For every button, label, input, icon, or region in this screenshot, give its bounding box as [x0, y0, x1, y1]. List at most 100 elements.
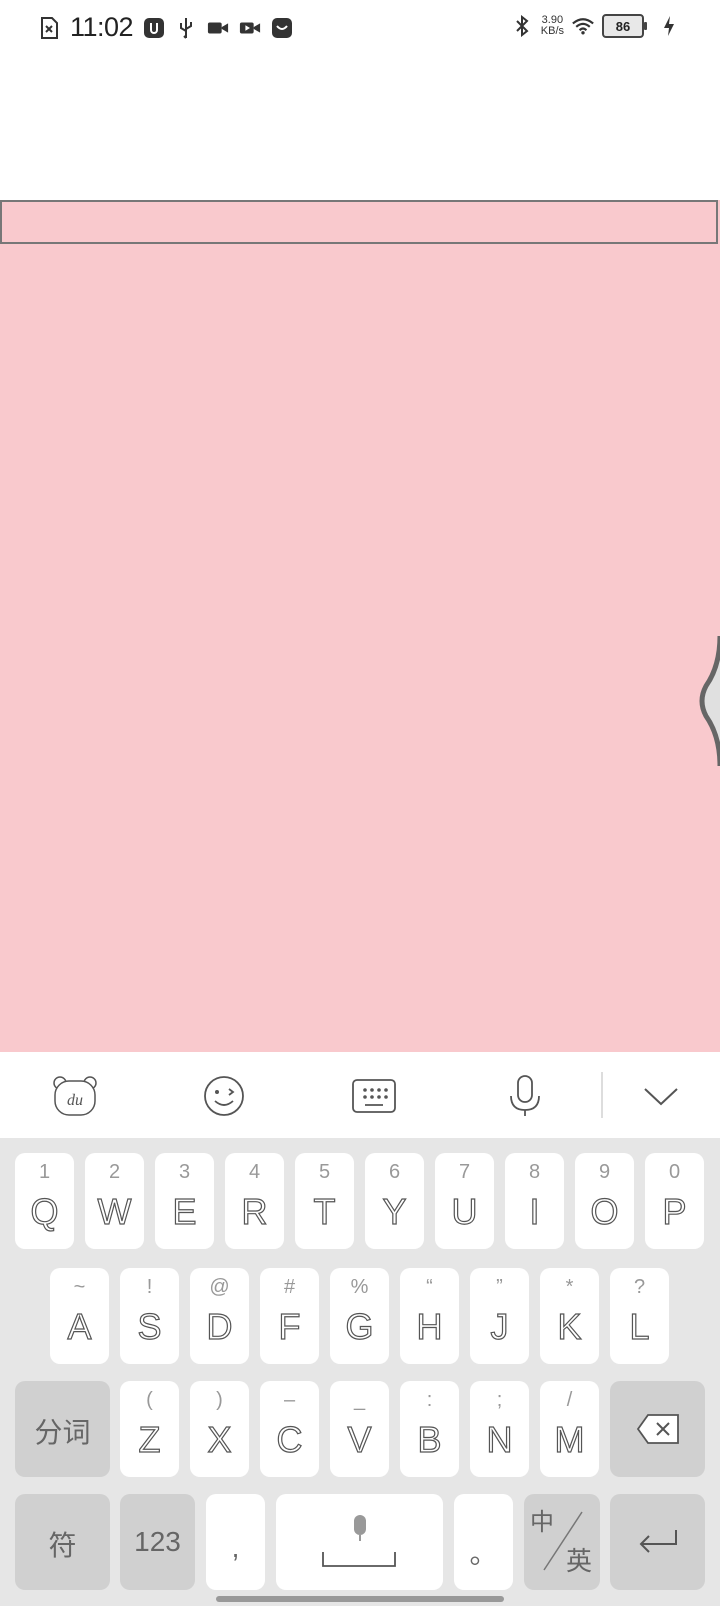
- key-sub: :: [426, 1389, 433, 1411]
- key-q[interactable]: 1Q: [15, 1153, 74, 1249]
- key-sub: ~: [73, 1276, 86, 1298]
- key-a[interactable]: ~ A: [50, 1268, 109, 1364]
- key-d[interactable]: @ D: [190, 1268, 249, 1364]
- key-main: S: [137, 1305, 162, 1347]
- du-logo-icon[interactable]: du: [51, 1072, 99, 1120]
- key-sub: 5: [318, 1161, 331, 1183]
- key-main: V: [347, 1418, 372, 1460]
- network-speed-unit: KB/s: [540, 25, 564, 37]
- text-input[interactable]: [0, 200, 718, 244]
- key-m[interactable]: / M: [540, 1381, 599, 1477]
- key-sub: ?: [633, 1276, 646, 1298]
- key-l[interactable]: ? L: [610, 1268, 669, 1364]
- key-main: Q: [30, 1190, 59, 1232]
- language-switch-key[interactable]: 中 英: [524, 1494, 600, 1590]
- key-sub: _: [353, 1389, 366, 1411]
- key-sub: #: [283, 1276, 296, 1298]
- svg-text:du: du: [67, 1092, 83, 1109]
- key-o[interactable]: 9O: [575, 1153, 634, 1249]
- battery-level: 86: [615, 18, 631, 34]
- key-t[interactable]: 5T: [295, 1153, 354, 1249]
- chevron-down-icon[interactable]: [637, 1072, 685, 1120]
- usb-icon: [175, 17, 197, 39]
- period-key[interactable]: 。: [454, 1494, 513, 1590]
- key-main: W: [97, 1190, 132, 1232]
- key-h[interactable]: “H: [400, 1268, 459, 1364]
- period-key-label: 。: [469, 1538, 498, 1569]
- key-main: L: [629, 1305, 650, 1347]
- app-notification-icon: [271, 17, 293, 39]
- key-sub: 2: [108, 1161, 121, 1183]
- key-b[interactable]: :B: [400, 1381, 459, 1477]
- key-main: I: [529, 1190, 540, 1232]
- space-mic-icon: [349, 1514, 371, 1547]
- key-u[interactable]: 7U: [435, 1153, 494, 1249]
- key-sub: 6: [388, 1161, 401, 1183]
- key-f[interactable]: # F: [260, 1268, 319, 1364]
- key-sub: %: [350, 1276, 369, 1298]
- symbol-key-label: 符: [48, 1530, 77, 1561]
- key-i[interactable]: 8I: [505, 1153, 564, 1249]
- key-main: R: [241, 1190, 268, 1232]
- key-g[interactable]: % G: [330, 1268, 389, 1364]
- key-y[interactable]: 6Y: [365, 1153, 424, 1249]
- battery-indicator: 86: [602, 14, 647, 38]
- usb-debug-icon: [143, 17, 165, 39]
- backspace-icon: [636, 1413, 680, 1450]
- enter-key[interactable]: [610, 1494, 705, 1590]
- backspace-key[interactable]: [610, 1381, 705, 1477]
- key-main: P: [662, 1190, 687, 1232]
- key-n[interactable]: ; N: [470, 1381, 529, 1477]
- key-e[interactable]: 3E: [155, 1153, 214, 1249]
- side-drawer-handle[interactable]: [694, 635, 720, 767]
- space-key[interactable]: [276, 1494, 443, 1590]
- key-main: G: [345, 1305, 374, 1347]
- key-main: C: [276, 1418, 303, 1460]
- key-k[interactable]: * K: [540, 1268, 599, 1364]
- key-sub: ”: [496, 1276, 503, 1298]
- key-z[interactable]: (Z: [120, 1381, 179, 1477]
- bluetooth-icon: [511, 15, 533, 37]
- space-bar-icon: [321, 1550, 397, 1573]
- key-main: U: [451, 1190, 478, 1232]
- emoji-icon[interactable]: [200, 1072, 248, 1120]
- segment-key-label: 分词: [34, 1417, 91, 1448]
- key-main: D: [206, 1305, 233, 1347]
- key-w[interactable]: 2W: [85, 1153, 144, 1249]
- key-x[interactable]: ) X: [190, 1381, 249, 1477]
- home-indicator[interactable]: [216, 1596, 504, 1602]
- keyboard-icon[interactable]: [350, 1072, 398, 1120]
- key-sub: ;: [496, 1389, 503, 1411]
- microphone-icon[interactable]: [501, 1072, 549, 1120]
- number-key[interactable]: 123: [120, 1494, 195, 1590]
- segment-key[interactable]: 分词: [15, 1381, 110, 1477]
- key-sub: 1: [38, 1161, 51, 1183]
- keyboard-toolbar: du: [0, 1052, 720, 1138]
- status-bar: 11:02 3.90 KB/s 86: [0, 0, 720, 56]
- key-v[interactable]: _ V: [330, 1381, 389, 1477]
- status-time: 11:02: [70, 12, 134, 42]
- comma-key-label: ,: [231, 1532, 240, 1563]
- key-j[interactable]: ” J: [470, 1268, 529, 1364]
- key-main: X: [207, 1418, 232, 1460]
- key-main: F: [278, 1305, 301, 1347]
- keyboard: 1Q 2W 3E 4R 5T 6Y 7U 8I 9O 0P ~ A ! S @ D #…: [0, 1138, 720, 1606]
- key-sub: –: [283, 1389, 296, 1411]
- key-s[interactable]: ! S: [120, 1268, 179, 1364]
- content-area: [0, 56, 720, 200]
- key-sub: 9: [598, 1161, 611, 1183]
- sim-missing-icon: [38, 16, 60, 39]
- wifi-icon: [572, 15, 594, 37]
- key-c[interactable]: – C: [260, 1381, 319, 1477]
- key-sub: ): [216, 1389, 223, 1411]
- key-r[interactable]: 4R: [225, 1153, 284, 1249]
- comma-key[interactable]: ,: [206, 1494, 265, 1590]
- key-main: M: [554, 1418, 585, 1460]
- key-p[interactable]: 0P: [645, 1153, 704, 1249]
- key-main: O: [590, 1190, 619, 1232]
- key-main: K: [557, 1305, 582, 1347]
- symbol-key[interactable]: 符: [15, 1494, 110, 1590]
- key-sub: 0: [668, 1161, 681, 1183]
- pink-panel: [0, 200, 720, 1052]
- key-sub: 8: [528, 1161, 541, 1183]
